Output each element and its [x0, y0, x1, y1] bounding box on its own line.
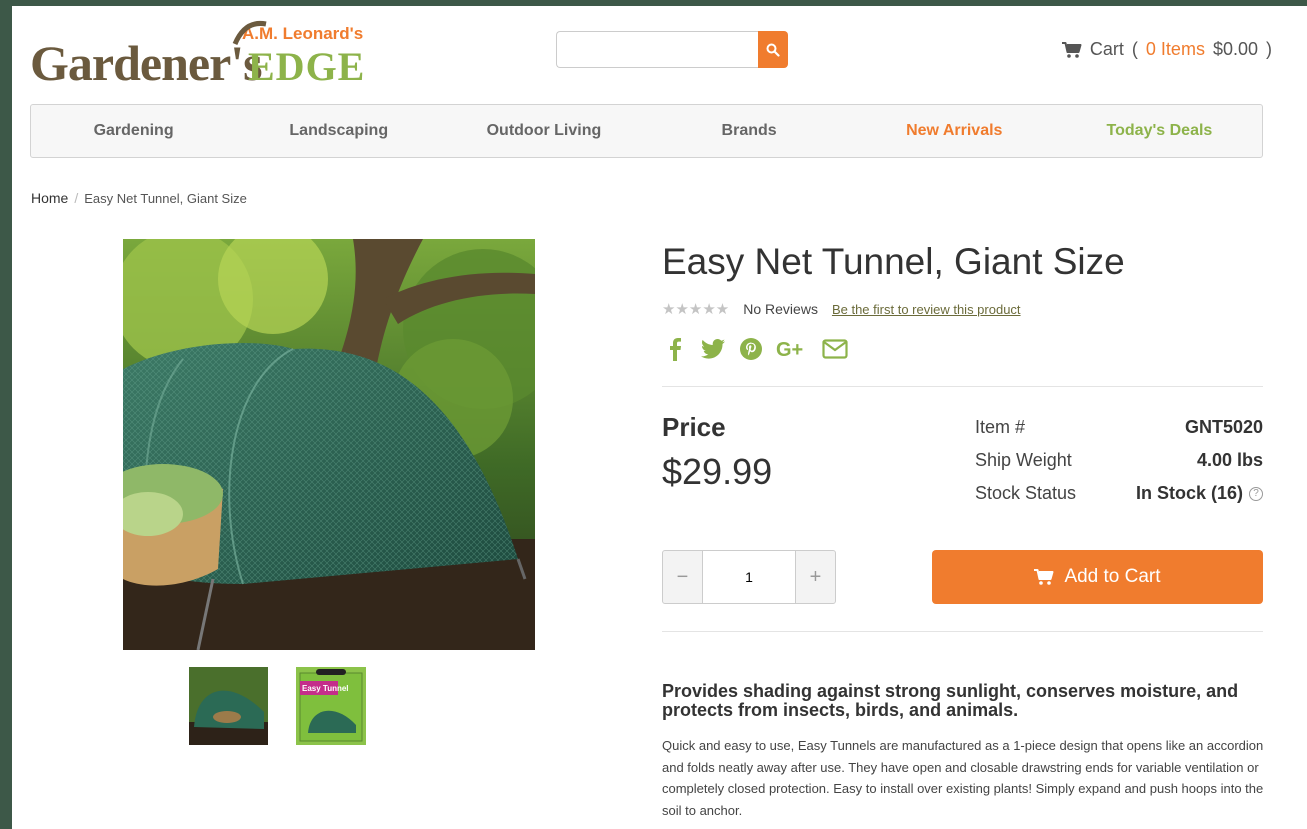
quantity-stepper: − +: [662, 550, 836, 604]
facebook-icon[interactable]: [662, 336, 688, 362]
quantity-input[interactable]: [702, 551, 796, 603]
divider: [662, 631, 1263, 632]
search-input[interactable]: [556, 31, 758, 68]
product-thumbnail-2[interactable]: Easy Tunnel: [296, 667, 366, 745]
page: Gardener's A.M. Leonard's EDGE Cart ( 0 …: [12, 6, 1307, 829]
no-reviews-text: No Reviews: [743, 301, 818, 317]
description-text: Quick and easy to use, Easy Tunnels are …: [662, 738, 1264, 818]
help-icon[interactable]: ?: [1249, 486, 1263, 501]
email-icon[interactable]: [822, 336, 848, 362]
svg-text:G+: G+: [776, 339, 803, 359]
pinterest-icon[interactable]: [738, 336, 764, 362]
logo-brand-text: A.M. Leonard's: [242, 24, 363, 43]
breadcrumb-separator: /: [74, 190, 79, 206]
thumbnail-box-text: Easy Tunnel: [302, 684, 349, 693]
spec-row: Stock Status In Stock (16) ?: [975, 477, 1263, 510]
decrement-button[interactable]: −: [663, 551, 702, 603]
breadcrumb: Home / Easy Net Tunnel, Giant Size: [31, 190, 247, 206]
description-heading: Provides shading against strong sunlight…: [662, 681, 1239, 720]
logo-main-text: Gardener's: [30, 35, 262, 86]
spec-row: Ship Weight 4.00 lbs: [975, 444, 1263, 477]
spec-label: Stock Status: [975, 483, 1077, 503]
cart-icon: [1034, 569, 1054, 585]
price-label: Price: [662, 412, 726, 442]
nav-landscaping[interactable]: Landscaping: [236, 122, 441, 140]
logo-edge-text: EDGE: [248, 44, 365, 86]
breadcrumb-current: Easy Net Tunnel, Giant Size: [84, 190, 247, 206]
write-review-link[interactable]: Be the first to review this product: [832, 302, 1021, 317]
search-button[interactable]: [758, 31, 788, 68]
divider: [662, 386, 1263, 387]
spec-label: Item #: [975, 417, 1026, 437]
site-logo[interactable]: Gardener's A.M. Leonard's EDGE: [30, 14, 382, 86]
nav-outdoor-living[interactable]: Outdoor Living: [441, 122, 646, 140]
stock-status-value: In Stock (16) ?: [1136, 483, 1263, 504]
search-bar: [556, 31, 788, 68]
breadcrumb-home[interactable]: Home: [31, 190, 68, 206]
nav-brands[interactable]: Brands: [647, 122, 852, 140]
rating-stars: ★★★★★: [662, 301, 730, 318]
cart-open-paren: (: [1131, 39, 1138, 59]
cart-total: $0.00: [1212, 39, 1258, 59]
product-price: $29.99: [662, 451, 773, 492]
product-specs: Item # GNT5020 Ship Weight 4.00 lbs Stoc…: [975, 411, 1263, 510]
google-plus-icon[interactable]: G+: [776, 336, 810, 362]
nav-todays-deals[interactable]: Today's Deals: [1057, 122, 1262, 140]
product-main-image[interactable]: [123, 239, 535, 650]
item-number: GNT5020: [1184, 417, 1263, 437]
spec-row: Item # GNT5020: [975, 411, 1263, 444]
spec-label: Ship Weight: [975, 450, 1072, 470]
ship-weight: 4.00 lbs: [1196, 450, 1263, 470]
stock-status: In Stock (16): [1135, 483, 1243, 503]
add-to-cart-label: Add to Cart: [1064, 566, 1161, 587]
cart-summary[interactable]: Cart ( 0 Items $0.00 ): [1061, 39, 1272, 60]
twitter-icon[interactable]: [700, 336, 726, 362]
nav-new-arrivals[interactable]: New Arrivals: [852, 122, 1057, 140]
product-thumbnail-1[interactable]: [189, 667, 268, 745]
social-share: G+: [662, 336, 848, 362]
product-title: Easy Net Tunnel, Giant Size: [662, 241, 1125, 282]
reviews-row: ★★★★★ No Reviews Be the first to review …: [662, 300, 1021, 318]
search-icon: [766, 43, 780, 57]
cart-close-paren: ): [1266, 39, 1272, 59]
add-to-cart-button[interactable]: Add to Cart: [932, 550, 1263, 604]
cart-item-count[interactable]: 0 Items: [1146, 39, 1205, 60]
nav-gardening[interactable]: Gardening: [31, 122, 236, 140]
main-nav: Gardening Landscaping Outdoor Living Bra…: [30, 104, 1263, 158]
increment-button[interactable]: +: [796, 551, 835, 603]
cart-icon: [1061, 41, 1082, 58]
cart-label: Cart: [1089, 39, 1124, 59]
